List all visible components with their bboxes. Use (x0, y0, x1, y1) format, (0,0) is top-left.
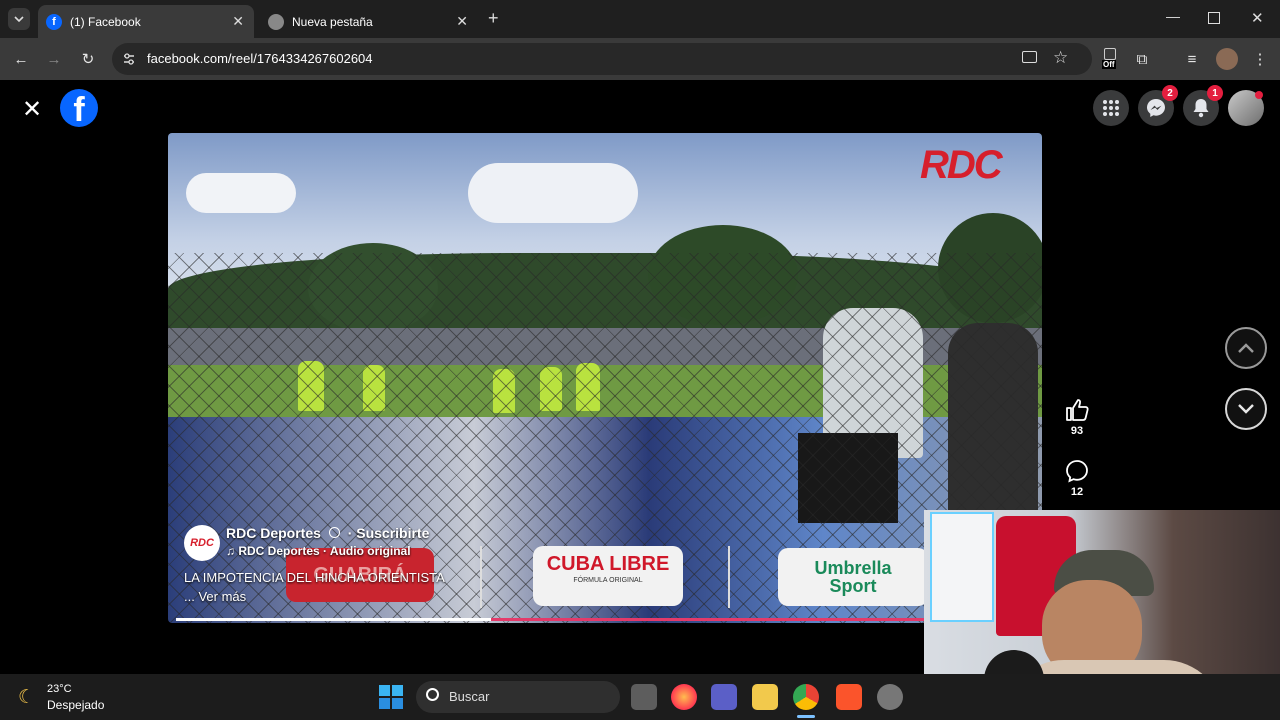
weather-widget[interactable]: ☾ 23°C Despejado (18, 682, 138, 714)
cloud (186, 173, 296, 213)
install-app-icon[interactable] (1022, 51, 1037, 63)
like-count: 93 (1070, 425, 1084, 437)
facebook-icon: f (46, 13, 62, 30)
bookmark-star-icon[interactable]: ☆ (1053, 48, 1068, 68)
like-button[interactable] (1064, 397, 1090, 423)
search-icon (426, 688, 439, 701)
music-note-icon: ♫ (226, 544, 235, 558)
start-button[interactable] (379, 685, 403, 709)
comment-count: 12 (1070, 486, 1084, 498)
browser-toolbar: ← → ↻ facebook.com/reel/1764334267602604… (0, 38, 1280, 80)
author-line: RDC Deportes · Suscribirte (226, 525, 429, 541)
file-explorer-icon[interactable] (752, 684, 778, 710)
chrome-icon (268, 13, 284, 30)
ad-divider (728, 546, 730, 608)
comment-icon (1066, 460, 1088, 483)
ad-cuba-libre: CUBA LIBRE FÓRMULA ORIGINAL (533, 546, 683, 606)
caption-text: LA IMPOTENCIA DEL HINCHA ORIENTISTA (184, 570, 445, 585)
audio-text: RDC Deportes · Audio original (238, 544, 411, 558)
chrome-active-indicator (797, 715, 815, 718)
windows-logo-pane (392, 685, 403, 696)
next-reel-button[interactable] (1225, 388, 1267, 430)
address-bar[interactable]: facebook.com/reel/1764334267602604 ☆ (112, 43, 1092, 75)
teams-icon[interactable] (711, 684, 737, 710)
tab-label: Nueva pestaña (292, 14, 373, 29)
windows-logo-pane (379, 685, 390, 696)
search-placeholder: Buscar (449, 689, 490, 704)
ad-umbrella: Umbrella Sport (778, 548, 928, 606)
rdc-watermark: RDC (920, 143, 1003, 187)
task-view-icon[interactable] (631, 684, 657, 710)
close-reel-icon[interactable]: ✕ (22, 95, 42, 124)
chrome-icon[interactable] (793, 684, 819, 710)
menu-grid-button[interactable] (1093, 90, 1129, 126)
minimize-button[interactable]: — (1166, 8, 1180, 24)
author-avatar-text: RDC (190, 537, 214, 549)
chevron-up-icon (1238, 343, 1254, 353)
audio-line[interactable]: ♫ RDC Deportes · Audio original (226, 544, 411, 558)
author-name[interactable]: RDC Deportes (226, 525, 321, 541)
account-status-dot (1255, 91, 1263, 99)
media-controls-icon[interactable]: ≡ (1181, 48, 1203, 70)
settings-gear-icon[interactable] (877, 684, 903, 710)
reload-icon[interactable]: ↻ (77, 48, 99, 70)
close-window-button[interactable]: ✕ (1251, 9, 1264, 27)
windows-logo-pane (392, 698, 403, 709)
cloud (468, 163, 638, 223)
weather-desc: Despejado (47, 698, 105, 712)
weather-temp: 23°C (47, 683, 72, 695)
extensions-puzzle-icon[interactable]: ⧉ (1131, 48, 1153, 70)
notifications-badge: 1 (1207, 85, 1223, 101)
firefox-icon[interactable] (671, 684, 697, 710)
whiteboard (930, 512, 994, 622)
ad-divider (480, 546, 482, 608)
messenger-icon (1147, 99, 1165, 117)
globe-icon (328, 527, 340, 538)
tab-search-button[interactable] (8, 8, 30, 30)
forward-icon[interactable]: → (43, 48, 65, 70)
bell-icon (1193, 99, 1209, 118)
windows-logo-pane (379, 698, 390, 709)
messenger-badge: 2 (1162, 85, 1178, 101)
reel-video[interactable]: RDC GUABIRÁ CUBA LIBRE FÓRMULA ORIGINAL … (168, 133, 1042, 623)
progress-fill (176, 618, 491, 621)
close-tab-icon[interactable]: ✕ (456, 13, 468, 30)
thumbs-up-icon (1066, 399, 1089, 421)
menu-kebab-icon[interactable]: ⋮ (1249, 48, 1271, 70)
tab-facebook[interactable]: f (1) Facebook ✕ (38, 5, 254, 38)
chevron-down-icon (1238, 404, 1254, 414)
ad-cuba-libre-sub: FÓRMULA ORIGINAL (573, 577, 643, 584)
extension-icon[interactable]: Off (1102, 48, 1122, 70)
brave-icon[interactable] (836, 684, 862, 710)
tab-label: (1) Facebook (70, 14, 141, 29)
comment-button[interactable] (1065, 459, 1089, 483)
site-info-icon[interactable] (122, 52, 136, 66)
new-tab-button[interactable]: + (488, 8, 499, 29)
url-text: facebook.com/reel/1764334267602604 (147, 51, 373, 66)
see-more-link[interactable]: ... Ver más (184, 589, 246, 604)
author-avatar[interactable]: RDC (184, 525, 220, 561)
profile-avatar[interactable] (1216, 48, 1238, 70)
restore-button[interactable] (1208, 12, 1220, 24)
back-icon[interactable]: ← (10, 48, 32, 70)
subscribe-link[interactable]: · Suscribirte (348, 525, 430, 541)
ad-cuba-libre-text: CUBA LIBRE (546, 553, 670, 575)
tab-strip: f (1) Facebook ✕ Nueva pestaña ✕ + — ✕ (0, 0, 1280, 38)
tab-nueva-pestana[interactable]: Nueva pestaña ✕ (260, 5, 478, 38)
close-tab-icon[interactable]: ✕ (232, 13, 244, 30)
moon-icon: ☾ (18, 687, 36, 708)
previous-reel-button[interactable] (1225, 327, 1267, 369)
extension-badge: Off (1102, 60, 1116, 69)
grid-icon (1103, 100, 1119, 116)
facebook-logo[interactable]: f (60, 89, 98, 127)
windows-taskbar: ☾ 23°C Despejado Buscar (0, 674, 1280, 720)
taskbar-search[interactable]: Buscar (416, 681, 620, 713)
chevron-down-icon (14, 16, 24, 23)
